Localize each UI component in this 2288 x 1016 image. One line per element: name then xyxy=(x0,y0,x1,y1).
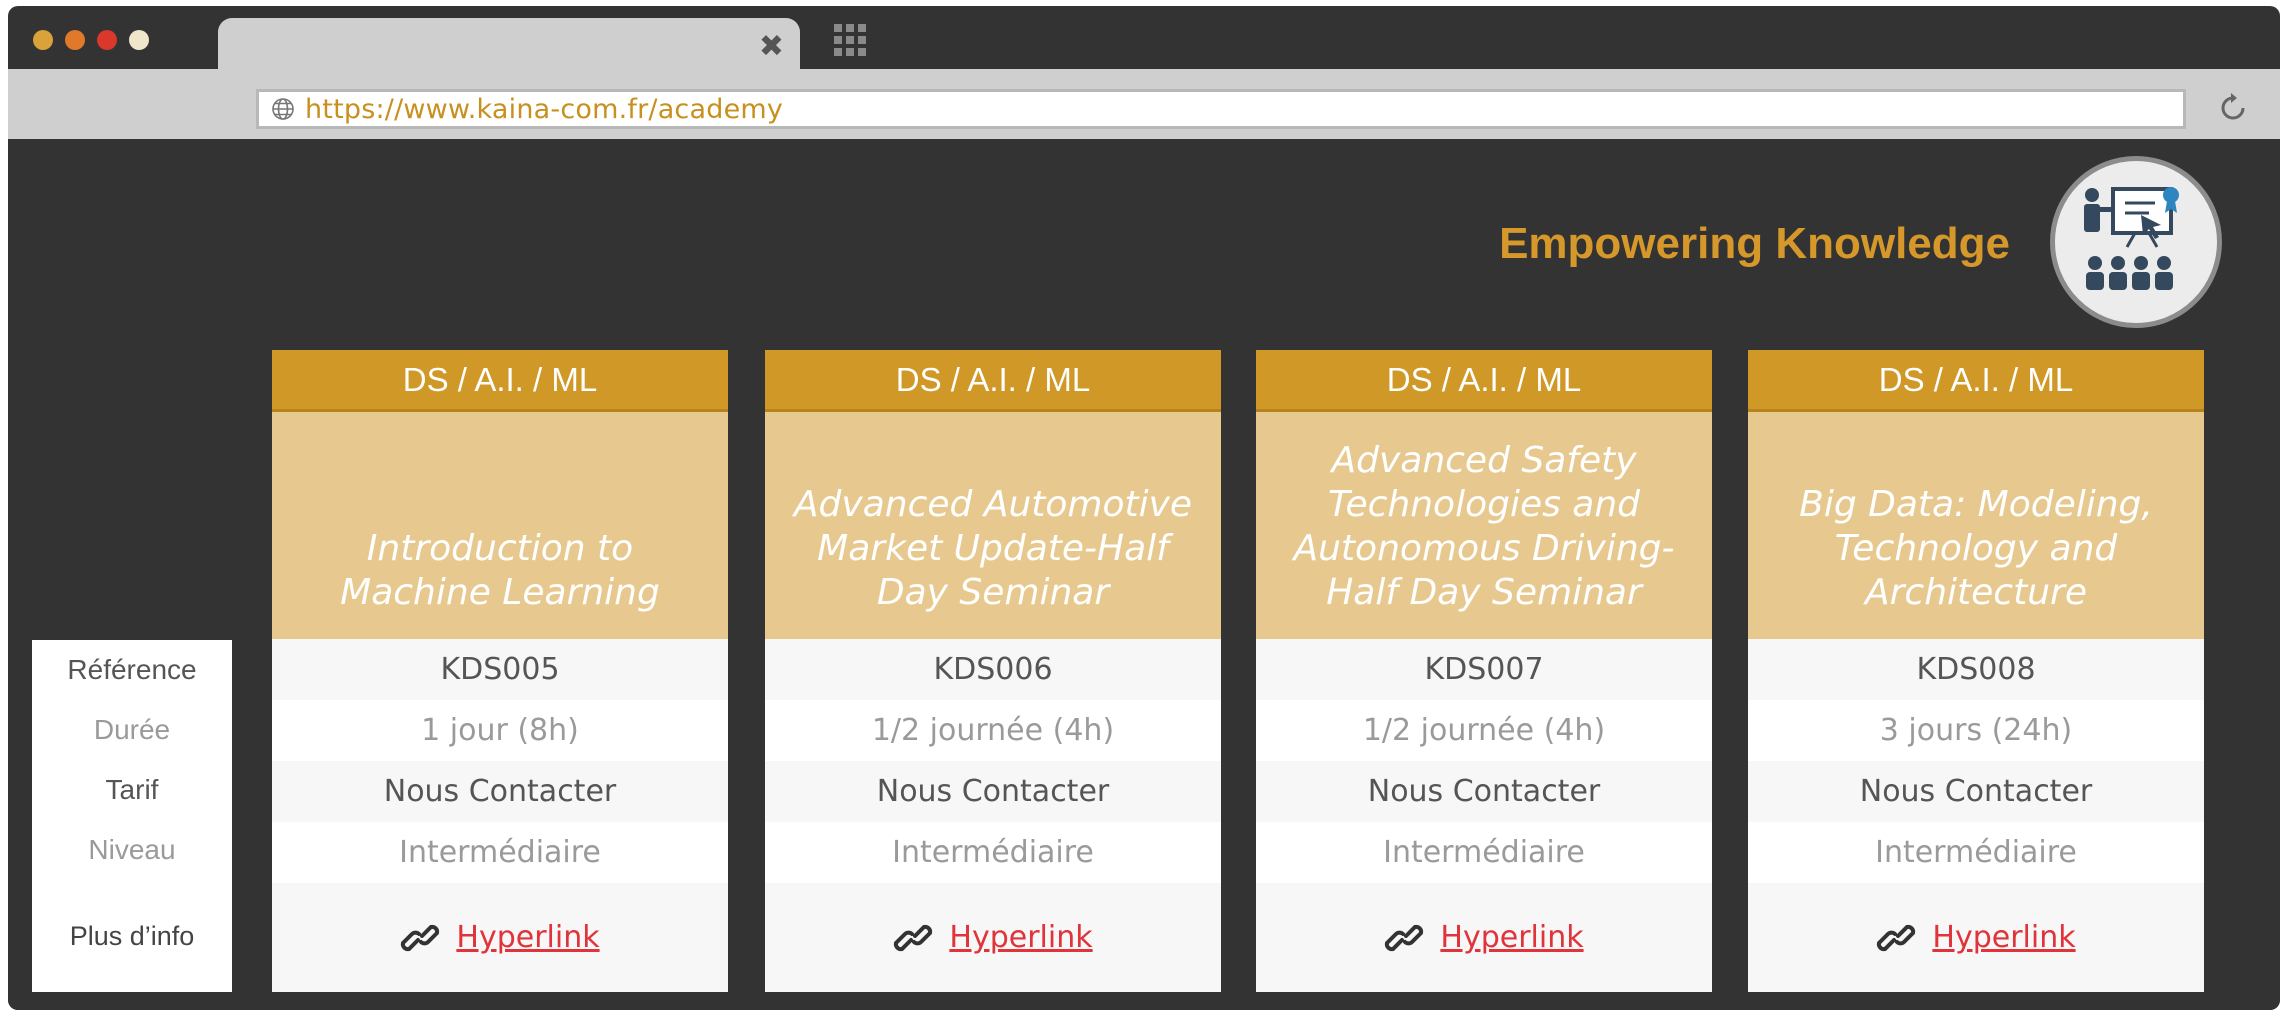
course-link-row: Hyperlink xyxy=(1256,883,1712,992)
label-level: Niveau xyxy=(88,834,176,865)
course-card: DS / A.I. / ML Big Data: Modeling, Techn… xyxy=(1748,350,2204,992)
course-title: Advanced Automotive Market Update-Half D… xyxy=(765,412,1221,639)
course-level: Intermédiaire xyxy=(765,822,1221,883)
close-tab-icon[interactable]: ✖ xyxy=(759,32,784,62)
course-price: Nous Contacter xyxy=(765,761,1221,822)
course-duration: 1 jour (8h) xyxy=(272,700,728,761)
course-reference: KDS007 xyxy=(1256,639,1712,700)
apps-grid-icon[interactable] xyxy=(832,22,868,58)
label-more-info: Plus d’info xyxy=(69,920,195,951)
course-title: Big Data: Modeling, Technology and Archi… xyxy=(1748,412,2204,639)
course-level: Intermédiaire xyxy=(1748,822,2204,883)
course-duration: 1/2 journée (4h) xyxy=(1256,700,1712,761)
tagline: Empowering Knowledge xyxy=(1499,219,2010,268)
window-controls xyxy=(33,30,149,52)
course-category: DS / A.I. / ML xyxy=(765,350,1221,412)
course-category: DS / A.I. / ML xyxy=(1748,350,2204,412)
course-level: Intermédiaire xyxy=(1256,822,1712,883)
course-link-row: Hyperlink xyxy=(765,883,1221,992)
course-price: Nous Contacter xyxy=(1748,761,2204,822)
reload-icon[interactable] xyxy=(2216,91,2250,125)
course-level: Intermédiaire xyxy=(272,822,728,883)
chain-link-icon xyxy=(1385,924,1424,951)
window-dot-1[interactable] xyxy=(33,30,53,50)
course-title: Advanced Safety Technologies and Autonom… xyxy=(1256,412,1712,639)
course-duration: 1/2 journée (4h) xyxy=(765,700,1221,761)
course-price: Nous Contacter xyxy=(272,761,728,822)
course-reference: KDS006 xyxy=(765,639,1221,700)
chain-link-icon xyxy=(1877,924,1916,951)
course-hyperlink[interactable]: Hyperlink xyxy=(456,920,599,955)
window-dot-2[interactable] xyxy=(65,30,85,50)
course-reference: KDS008 xyxy=(1748,639,2204,700)
course-reference: KDS005 xyxy=(272,639,728,700)
chain-link-icon xyxy=(401,924,440,951)
course-hyperlink[interactable]: Hyperlink xyxy=(1440,920,1583,955)
course-hyperlink[interactable]: Hyperlink xyxy=(949,920,1092,955)
page-content: Empowering Knowledge Référence Durée Tar… xyxy=(8,139,2280,1010)
course-card: DS / A.I. / ML Introduction to Machine L… xyxy=(272,350,728,992)
course-price: Nous Contacter xyxy=(1256,761,1712,822)
course-card: DS / A.I. / ML Advanced Safety Technolog… xyxy=(1256,350,1712,992)
presenter-audience-icon xyxy=(2050,156,2222,328)
course-title: Introduction to Machine Learning xyxy=(272,412,728,639)
label-price: Tarif xyxy=(105,774,159,805)
address-bar[interactable]: https://www.kaina-com.fr/academy xyxy=(256,89,2186,129)
url-text[interactable]: https://www.kaina-com.fr/academy xyxy=(305,94,783,125)
label-duration: Durée xyxy=(93,714,171,745)
course-category: DS / A.I. / ML xyxy=(1256,350,1712,412)
window-dot-3[interactable] xyxy=(97,30,117,50)
label-reference: Référence xyxy=(67,654,197,685)
course-link-row: Hyperlink xyxy=(1748,883,2204,992)
chain-link-icon xyxy=(894,924,933,951)
course-hyperlink[interactable]: Hyperlink xyxy=(1932,920,2075,955)
course-duration: 3 jours (24h) xyxy=(1748,700,2204,761)
row-labels: Référence Durée Tarif Niveau Plus d’info xyxy=(32,640,232,992)
globe-icon xyxy=(272,98,294,120)
window-dot-4[interactable] xyxy=(129,30,149,50)
browser-window: ✖ https://www.kaina-com.fr/academy Empow… xyxy=(8,6,2280,1010)
course-card: DS / A.I. / ML Advanced Automotive Marke… xyxy=(765,350,1221,992)
course-link-row: Hyperlink xyxy=(272,883,728,992)
course-category: DS / A.I. / ML xyxy=(272,350,728,412)
browser-toolbar: https://www.kaina-com.fr/academy xyxy=(8,69,2280,139)
